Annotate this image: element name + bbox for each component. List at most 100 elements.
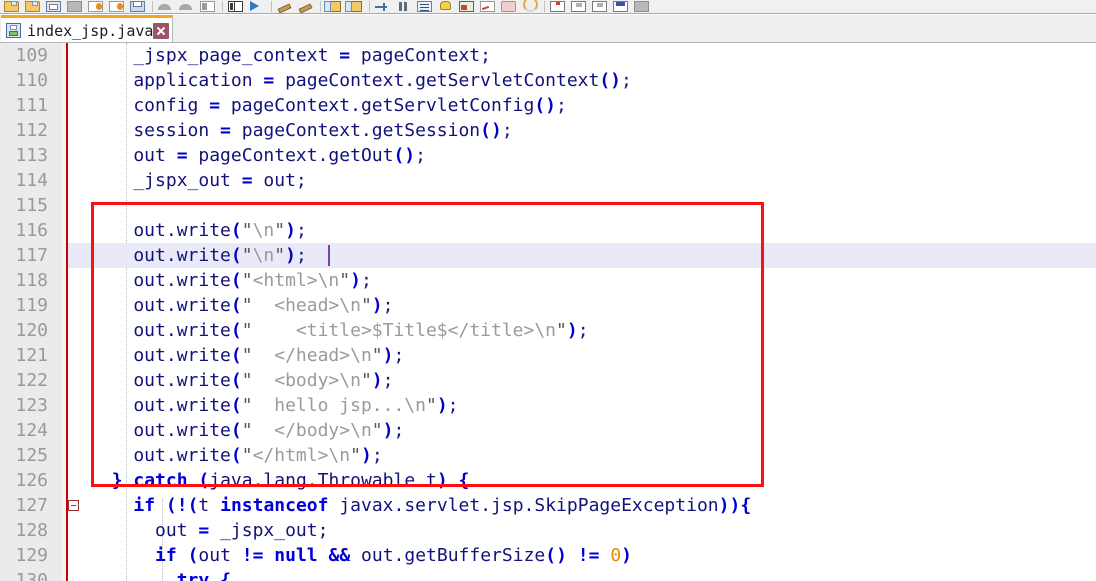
toolbar-window-icon[interactable]	[198, 0, 218, 13]
code-line[interactable]: 121 out.write(" </head>\n");	[0, 343, 1096, 368]
code-line[interactable]: 128 out = _jspx_out;	[0, 518, 1096, 543]
toolbar-separator	[222, 1, 223, 12]
code-token: (	[230, 370, 242, 391]
lightbulb-icon	[438, 1, 453, 12]
code-line[interactable]: 129 if (out != null && out.getBufferSize…	[0, 543, 1096, 568]
code-line[interactable]: 122 out.write(" <body>\n");	[0, 368, 1096, 393]
code-token: "	[360, 370, 372, 391]
code-line[interactable]: 130 try {	[0, 568, 1096, 581]
tab-index-jsp-java[interactable]: index_jsp.java	[1, 15, 174, 43]
code-token: )	[371, 370, 383, 391]
code-token: pageContext;	[350, 45, 491, 66]
code-token: "	[241, 420, 253, 441]
toolbar-align-lines-icon[interactable]	[373, 0, 393, 13]
code-token: (	[230, 220, 242, 241]
toolbar-undo-icon[interactable]	[156, 0, 176, 13]
toolbar-progress-ring-icon[interactable]	[520, 0, 540, 13]
code-token: )	[382, 420, 394, 441]
toolbar-print-icon[interactable]	[128, 0, 148, 13]
code-line[interactable]: 111 config = pageContext.getServletConfi…	[0, 93, 1096, 118]
toolbar-task-list-icon[interactable]	[415, 0, 435, 13]
code-token: "	[241, 445, 253, 466]
code-token: try	[176, 570, 210, 581]
pencil-icon	[277, 1, 292, 12]
toolbar-pause-icon[interactable]	[394, 0, 414, 13]
line-number: 113	[15, 145, 48, 166]
save-gray-icon	[67, 1, 82, 12]
toolbar-eraser-icon[interactable]	[499, 0, 519, 13]
toolbar-pencil-edit-icon[interactable]	[296, 0, 316, 13]
code-lines[interactable]: 109 _jspx_page_context = pageContext; 110…	[0, 43, 1096, 581]
toolbar-refresh-doc-icon[interactable]	[86, 0, 106, 13]
toolbar-step-into-icon[interactable]	[590, 0, 610, 13]
code-line[interactable]: 127 if (!(t instanceof javax.servlet.jsp…	[0, 493, 1096, 518]
code-token: ;	[382, 295, 394, 316]
toolbar-save-gray-icon[interactable]	[65, 0, 85, 13]
code-line[interactable]: 126 } catch (java.lang.Throwable t) {	[0, 468, 1096, 493]
code-editor[interactable]: 109 _jspx_page_context = pageContext; 110…	[0, 43, 1096, 581]
code-text: if (!(t instanceof javax.servlet.jsp.Ski…	[90, 493, 751, 518]
code-line[interactable]: 120 out.write(" <title>$Title$</title>\n…	[0, 318, 1096, 343]
code-token: "	[241, 395, 253, 416]
toolbar-package-open-icon[interactable]	[345, 0, 365, 13]
line-number: 118	[15, 270, 48, 291]
code-fold-toggle[interactable]	[68, 500, 79, 511]
toolbar-stop-icon[interactable]	[632, 0, 652, 13]
toolbar-lightbulb-icon[interactable]	[436, 0, 456, 13]
code-text: out.write("</html>\n");	[90, 443, 382, 468]
toolbar-step-return-icon[interactable]	[611, 0, 631, 13]
code-token: _jspx_out	[90, 170, 242, 191]
code-line[interactable]: 113 out = pageContext.getOut();	[0, 143, 1096, 168]
code-line[interactable]: 118 out.write("<html>\n");	[0, 268, 1096, 293]
code-token: ()	[480, 120, 502, 141]
toolbar-run-icon[interactable]	[247, 0, 267, 13]
code-token: application	[90, 70, 264, 91]
window-icon	[200, 1, 215, 12]
code-text: out.write(" <body>\n");	[90, 368, 393, 393]
line-number: 122	[15, 370, 48, 391]
code-token: )	[382, 345, 394, 366]
toolbar-breakpoint-icon[interactable]	[548, 0, 568, 13]
toolbar-annotate-icon[interactable]	[478, 0, 498, 13]
code-token: "	[241, 320, 253, 341]
code-line[interactable]: 112 session = pageContext.getSession();	[0, 118, 1096, 143]
toolbar-separator	[320, 1, 321, 12]
code-token: ;	[295, 245, 307, 266]
toolbar-new-icon[interactable]	[2, 0, 22, 13]
toolbar-package-icon[interactable]	[324, 0, 344, 13]
line-number: 109	[15, 45, 48, 66]
code-token: session	[90, 120, 221, 141]
code-token: (	[230, 320, 242, 341]
code-text: out.write(" </head>\n");	[90, 343, 404, 368]
code-line[interactable]: 114 _jspx_out = out;	[0, 168, 1096, 193]
code-line[interactable]: 115	[0, 193, 1096, 218]
toolbar-redo-icon[interactable]	[177, 0, 197, 13]
toolbar-step-over-icon[interactable]	[569, 0, 589, 13]
toolbar-pencil-icon[interactable]	[275, 0, 295, 13]
code-line[interactable]: 125 out.write("</html>\n");	[0, 443, 1096, 468]
code-token: ()	[393, 145, 416, 166]
code-token: )	[285, 245, 296, 266]
toolbar-save-all-icon[interactable]	[44, 0, 64, 13]
toolbar-open-folder-icon[interactable]	[23, 0, 43, 13]
code-line[interactable]: 117 out.write("\n");	[0, 243, 1096, 268]
code-line[interactable]: 119 out.write(" <head>\n");	[0, 293, 1096, 318]
code-token: =	[241, 170, 253, 191]
toolbar-reload-doc-icon[interactable]	[107, 0, 127, 13]
code-token: ;	[621, 70, 632, 91]
code-text: out.write("\n");	[90, 218, 306, 243]
code-line[interactable]: 123 out.write(" hello jsp...\n");	[0, 393, 1096, 418]
code-line[interactable]: 124 out.write(" </body>\n");	[0, 418, 1096, 443]
code-token: "	[241, 270, 253, 291]
code-line[interactable]: 110 application = pageContext.getServlet…	[0, 68, 1096, 93]
toolbar-columns-icon[interactable]	[226, 0, 246, 13]
code-line[interactable]: 116 out.write("\n");	[0, 218, 1096, 243]
close-icon[interactable]	[153, 22, 170, 39]
toolbar-picture-icon[interactable]	[457, 0, 477, 13]
editor-window: index_jsp.java 109 _jspx_page_context = …	[0, 0, 1096, 581]
code-text: application = pageContext.getServletCont…	[90, 68, 632, 93]
code-line[interactable]: 109 _jspx_page_context = pageContext;	[0, 43, 1096, 68]
